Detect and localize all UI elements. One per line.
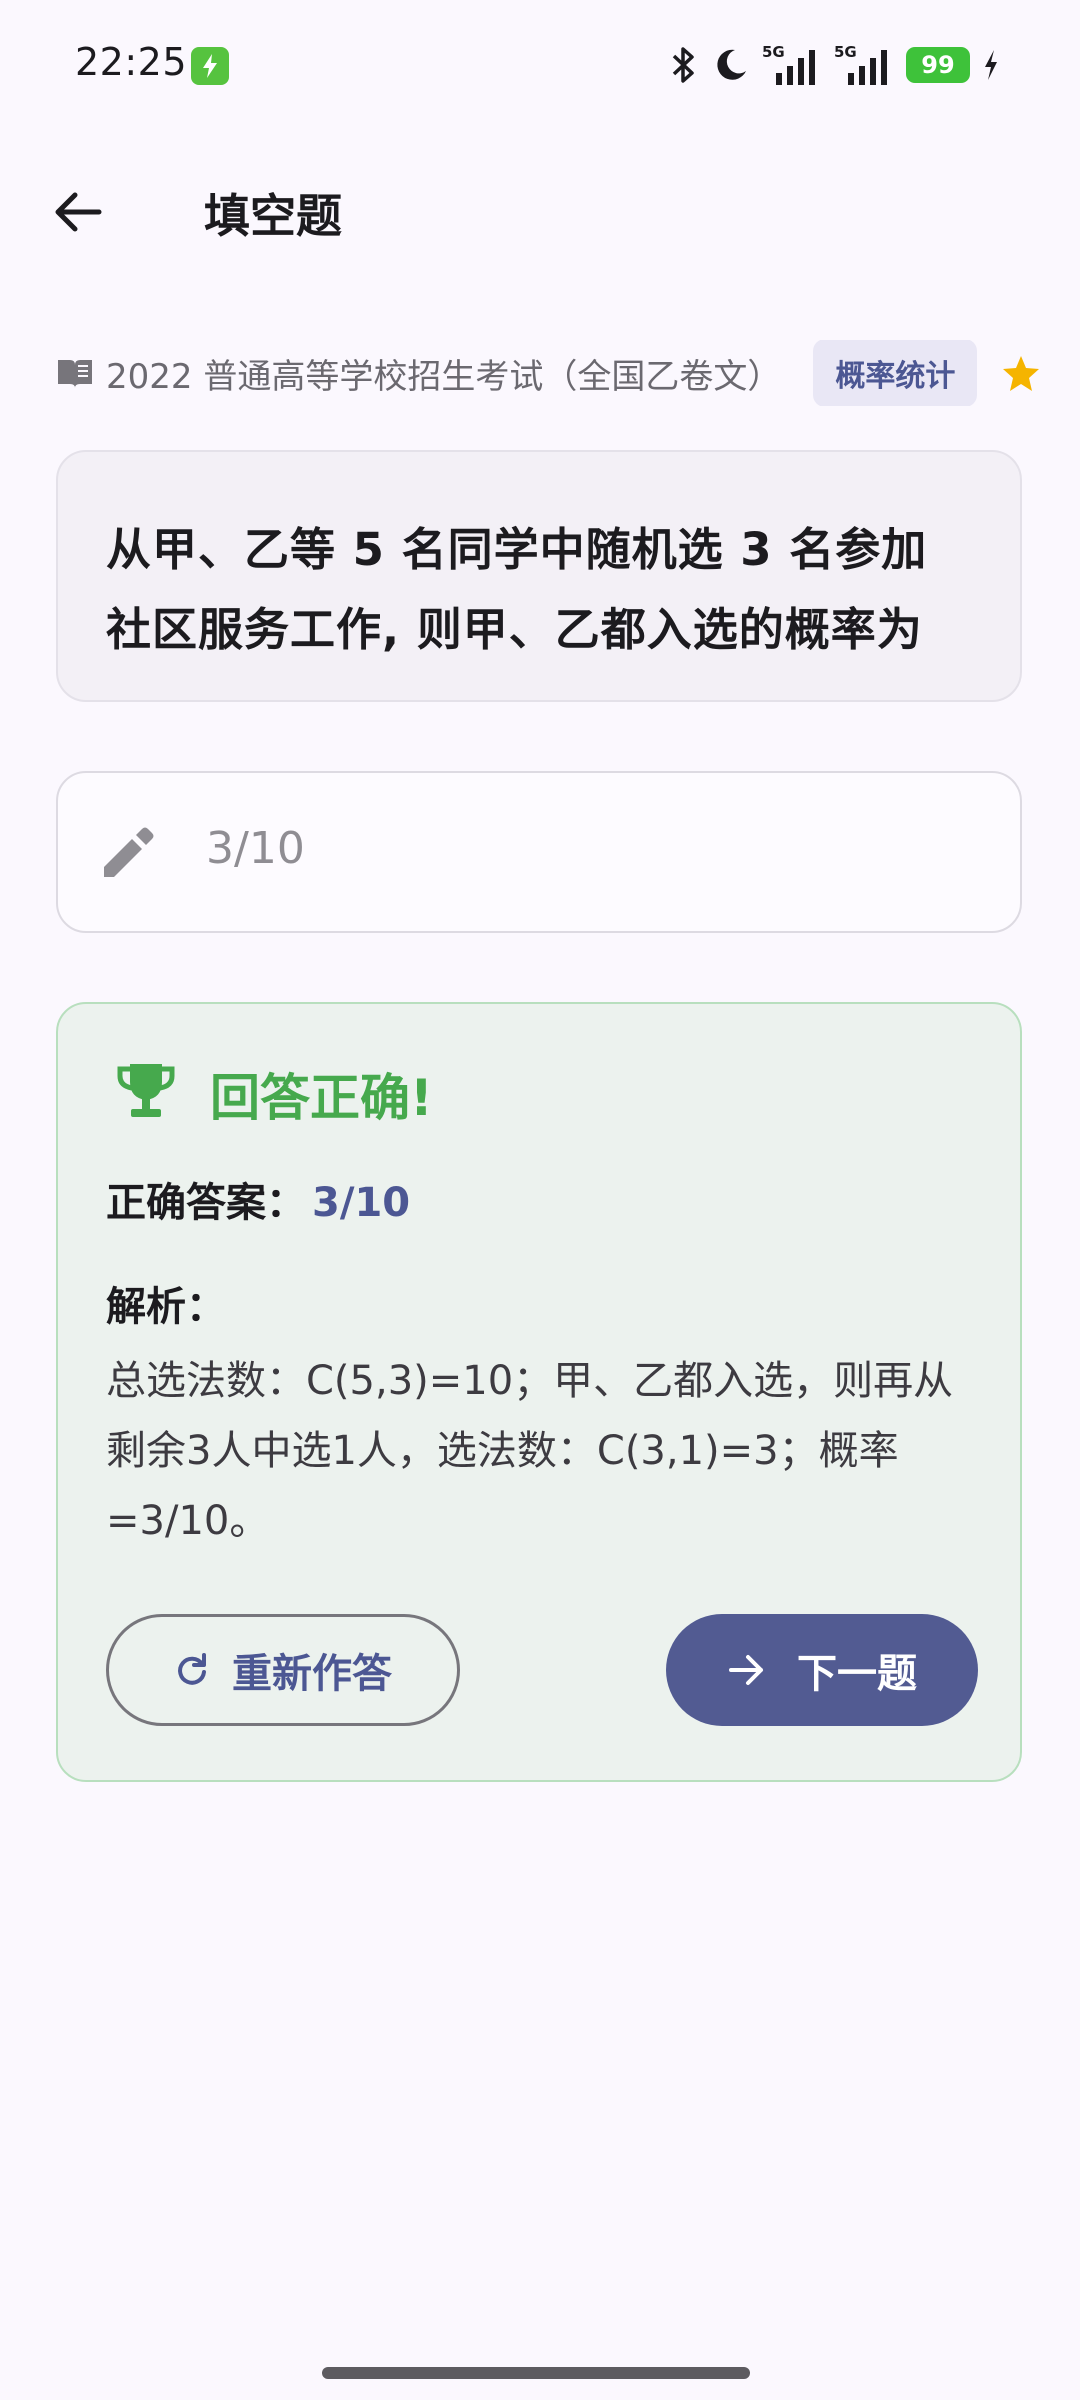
next-button[interactable]: 下一题 [666, 1614, 978, 1726]
analysis-text: 总选法数：C(5,3)=10；甲、乙都入选，则再从剩余3人中选1人，选法数：C(… [106, 1358, 954, 1544]
battery-icon: 99 [906, 47, 970, 83]
battery-level: 99 [921, 51, 955, 79]
question-source: 2022 普通高等学校招生考试（全国乙卷文） 概率统计 [56, 340, 1080, 406]
pencil-icon [104, 827, 154, 877]
signal-icon: 5G [762, 43, 815, 85]
retry-label: 重新作答 [232, 1651, 392, 1697]
correct-answer-label: 正确答案： [106, 1180, 306, 1226]
question-text: 从甲、乙等 5 名同学中随机选 3 名参加社区服务工作, 则甲、乙都入选的概率为 [106, 523, 928, 656]
result-title: 回答正确! [210, 1069, 433, 1127]
question-card: 从甲、乙等 5 名同学中随机选 3 名参加社区服务工作, 则甲、乙都入选的概率为 [56, 450, 1022, 702]
status-time: 22:25 [75, 40, 188, 84]
correct-answer-value: 3/10 [312, 1180, 411, 1226]
status-bar: 22:25 5G 5G 99 [0, 0, 1080, 130]
analysis-label: 解析： [106, 1284, 226, 1330]
signal-icon: 5G [834, 43, 887, 85]
charging-icon [191, 47, 229, 85]
answer-field[interactable]: 3/10 [56, 771, 1022, 933]
topic-tag: 概率统计 [813, 340, 978, 406]
arrow-right-icon [729, 1655, 763, 1685]
charging-bolt-icon [985, 50, 997, 80]
bluetooth-icon [672, 47, 694, 83]
svg-text:5G: 5G [834, 43, 857, 61]
result-card: 回答正确! 正确答案： 3/10 解析： 总选法数：C(5,3)=10；甲、乙都入… [56, 1002, 1022, 1782]
book-icon [58, 360, 92, 388]
refresh-icon [178, 1653, 206, 1685]
gesture-bar[interactable] [322, 2367, 750, 2379]
page-title: 填空题 [204, 189, 342, 243]
source-text: 2022 普通高等学校招生考试（全国乙卷文） [106, 356, 782, 397]
star-icon[interactable] [1001, 353, 1041, 393]
back-button[interactable] [40, 182, 116, 242]
app-bar: 填空题 [0, 160, 1080, 260]
retry-button[interactable]: 重新作答 [106, 1614, 460, 1726]
svg-text:5G: 5G [762, 43, 785, 61]
back-arrow-icon [55, 192, 102, 232]
answer-value[interactable]: 3/10 [206, 823, 305, 874]
moon-icon [717, 49, 746, 80]
status-icons: 5G 5G 99 [666, 42, 1000, 88]
next-label: 下一题 [797, 1651, 917, 1697]
correct-answer-row: 正确答案： 3/10 [106, 1170, 410, 1228]
trophy-icon [117, 1064, 175, 1117]
